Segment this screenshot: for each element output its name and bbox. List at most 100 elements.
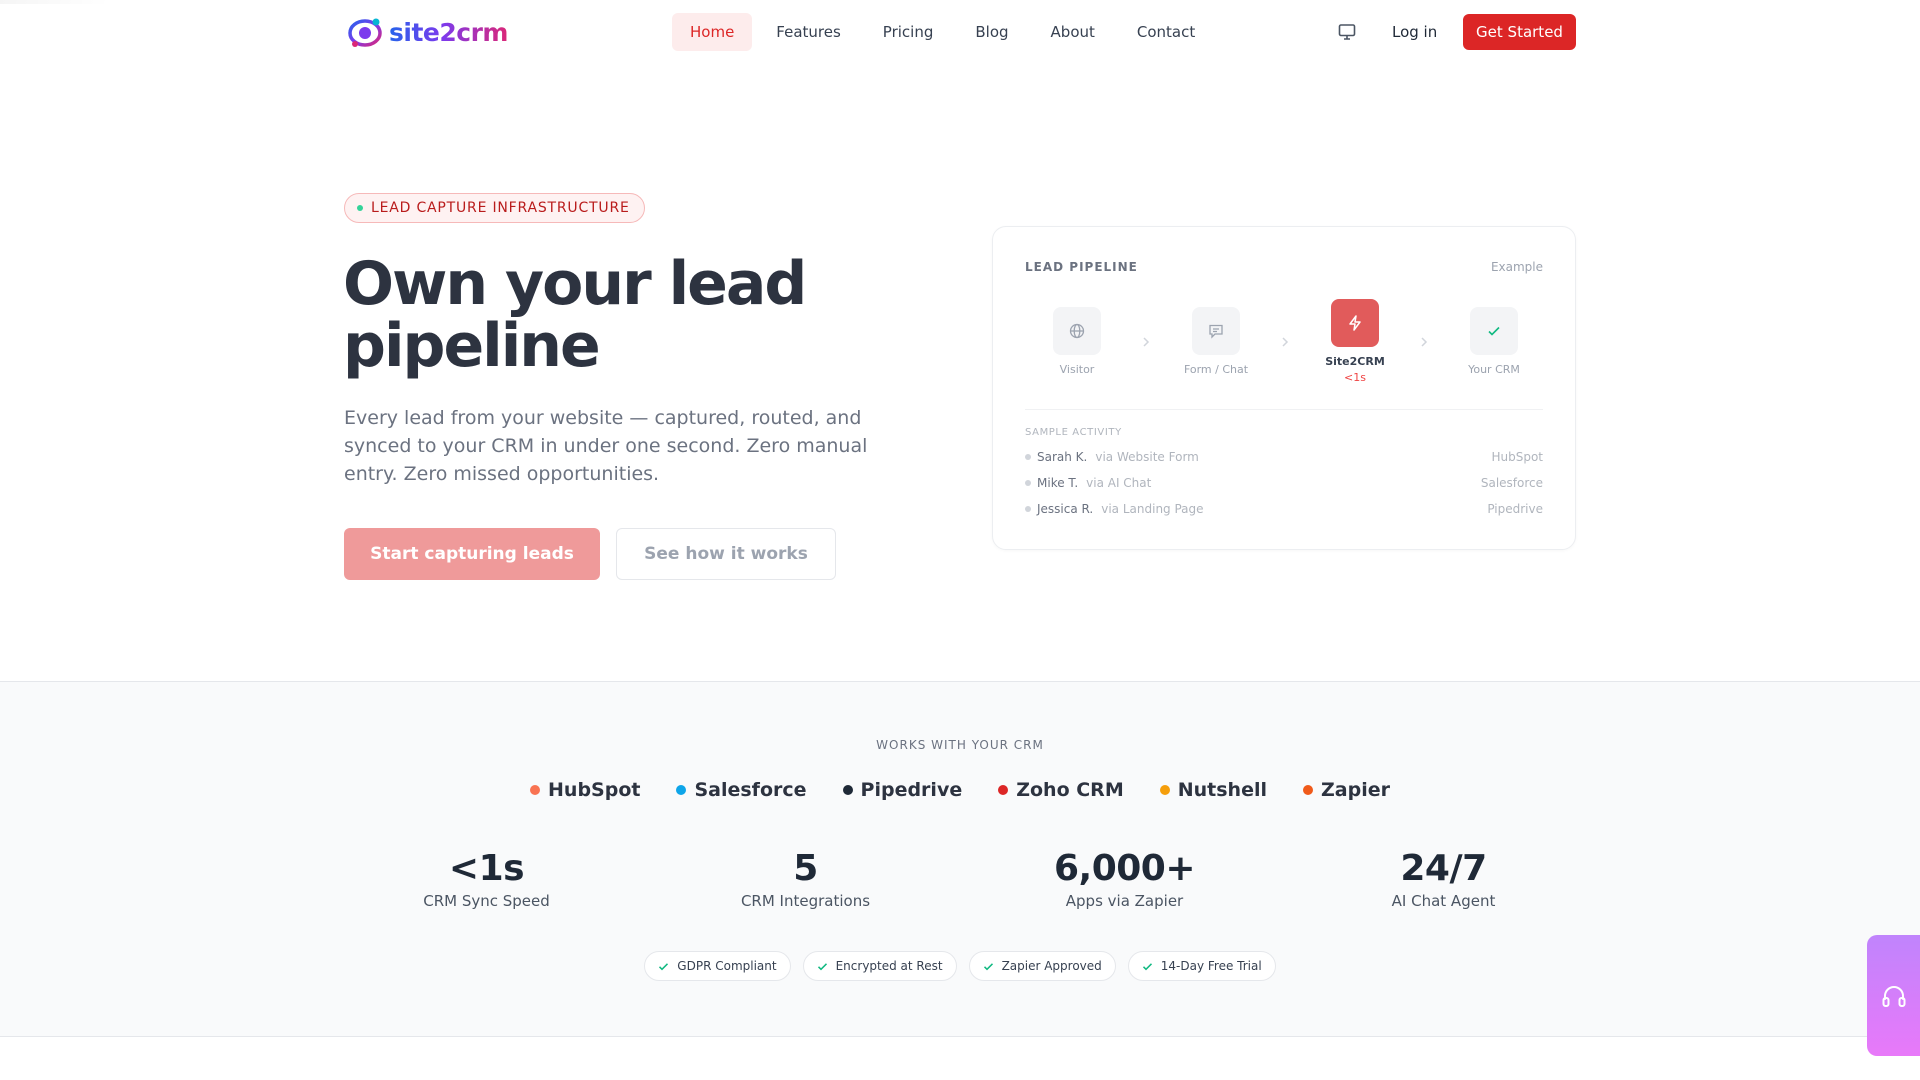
nav-blog[interactable]: Blog [957, 13, 1026, 51]
step-box [1192, 307, 1240, 355]
hero-badge-text: LEAD CAPTURE INFRASTRUCTURE [371, 200, 630, 216]
lead-pipeline-card: LEAD PIPELINE Example Visitor Form / Cha… [992, 226, 1576, 550]
nav-home[interactable]: Home [672, 13, 753, 51]
chevron-right-icon [1143, 337, 1150, 347]
support-widget-button[interactable] [1867, 935, 1920, 1056]
crm-name: Pipedrive [860, 779, 963, 801]
stat-sync-speed: <1s CRM Sync Speed [327, 848, 646, 910]
crm-pipedrive: Pipedrive [842, 779, 963, 801]
crm-salesforce: Salesforce [676, 779, 807, 801]
crm-name: HubSpot [548, 779, 641, 801]
badge-trial: 14-Day Free Trial [1127, 951, 1276, 981]
headset-icon [1882, 985, 1905, 1007]
globe-icon [1069, 323, 1085, 339]
trust-badges: GDPR Compliant Encrypted at Rest Zapier … [0, 951, 1920, 981]
brand-logo[interactable]: site2crm [347, 14, 508, 50]
step-label: Your CRM [1468, 363, 1520, 376]
hero-title: Own your lead pipeline [343, 249, 807, 381]
activity-dot [1025, 506, 1031, 512]
activity-source: via Landing Page [1101, 502, 1204, 516]
badge-label: GDPR Compliant [677, 959, 777, 973]
activity-crm: HubSpot [1491, 450, 1543, 464]
stat-label: AI Chat Agent [1391, 892, 1496, 910]
activity-row: Mike T. via AI Chat Salesforce [1025, 474, 1543, 492]
monitor-icon[interactable] [1337, 22, 1357, 42]
activity-name: Jessica R. [1037, 502, 1094, 516]
trust-section: WORKS WITH YOUR CRM HubSpot Salesforce P… [0, 681, 1920, 1037]
stat-value: 5 [793, 848, 818, 889]
logo-text: site2crm [389, 17, 508, 47]
badge-dot [357, 205, 363, 211]
crm-zapier: Zapier [1303, 779, 1390, 801]
pipeline-step-site2crm: Site2CRM <1s [1310, 299, 1400, 384]
nav-features[interactable]: Features [758, 13, 859, 51]
see-how-it-works-button[interactable]: See how it works [616, 528, 836, 580]
lightning-icon [1349, 315, 1361, 331]
logo-icon [348, 18, 382, 47]
crm-nutshell: Nutshell [1159, 779, 1267, 801]
badge-label: Encrypted at Rest [835, 959, 943, 973]
stat-value: 24/7 [1400, 848, 1487, 889]
stat-ai-chat: 24/7 AI Chat Agent [1284, 848, 1603, 910]
crm-dot [842, 785, 853, 795]
step-label: Site2CRM [1325, 355, 1385, 368]
crm-dot [676, 785, 687, 795]
top-navbar: site2crm Home Features Pricing Blog Abou… [0, 0, 1920, 64]
crm-hubspot: HubSpot [530, 779, 640, 801]
stat-zapier-apps: 6,000+ Apps via Zapier [965, 848, 1284, 910]
activity-name: Sarah K. [1037, 450, 1088, 464]
pipeline-step-visitor: Visitor [1032, 307, 1122, 376]
check-icon [983, 962, 993, 970]
login-link[interactable]: Log in [1376, 13, 1453, 51]
sample-activity-title: SAMPLE ACTIVITY [1025, 427, 1122, 438]
card-divider [1025, 409, 1543, 410]
activity-name: Mike T. [1037, 476, 1079, 490]
check-icon [817, 962, 827, 970]
crm-logos: HubSpot Salesforce Pipedrive Zoho CRM Nu… [0, 779, 1920, 801]
stat-label: CRM Integrations [740, 892, 871, 910]
activity-crm: Pipedrive [1487, 502, 1543, 516]
step-box [1470, 307, 1518, 355]
crm-name: Salesforce [694, 779, 807, 801]
stat-value: 6,000+ [1053, 848, 1196, 889]
badge-label: 14-Day Free Trial [1160, 959, 1262, 973]
hero-badge: LEAD CAPTURE INFRASTRUCTURE [344, 193, 645, 223]
crm-dot [530, 785, 541, 795]
badge-encrypted: Encrypted at Rest [802, 951, 957, 981]
check-icon [1142, 962, 1152, 970]
start-capturing-button[interactable]: Start capturing leads [344, 528, 600, 580]
crm-dot [1303, 785, 1313, 795]
step-time: <1s [1344, 371, 1366, 384]
crm-name: Zapier [1321, 779, 1390, 801]
step-label: Form / Chat [1183, 363, 1249, 376]
activity-dot [1025, 454, 1031, 460]
nav-contact[interactable]: Contact [1119, 13, 1213, 51]
activity-source: via AI Chat [1086, 476, 1152, 490]
stat-label: CRM Sync Speed [423, 892, 550, 910]
badge-gdpr: GDPR Compliant [644, 951, 791, 981]
activity-row: Jessica R. via Landing Page Pipedrive [1025, 500, 1543, 518]
stat-label: Apps via Zapier [1065, 892, 1184, 910]
chevron-right-icon [1282, 337, 1289, 347]
chat-icon [1209, 324, 1223, 339]
step-box [1053, 307, 1101, 355]
crm-name: Zoho CRM [1016, 779, 1124, 801]
step-box-highlight [1331, 299, 1379, 347]
crm-name: Nutshell [1177, 779, 1267, 801]
activity-dot [1025, 480, 1031, 486]
check-icon [659, 962, 669, 970]
works-with-heading: WORKS WITH YOUR CRM [876, 738, 1044, 752]
stat-integrations: 5 CRM Integrations [646, 848, 965, 910]
nav-about[interactable]: About [1033, 13, 1113, 51]
stats-row: <1s CRM Sync Speed 5 CRM Integrations 6,… [327, 848, 1603, 910]
chevron-right-icon [1421, 337, 1428, 347]
activity-crm: Salesforce [1480, 476, 1543, 490]
pipeline-card-title: LEAD PIPELINE [1025, 260, 1138, 274]
activity-row: Sarah K. via Website Form HubSpot [1025, 448, 1543, 466]
nav-pricing[interactable]: Pricing [865, 13, 952, 51]
get-started-button[interactable]: Get Started [1463, 14, 1576, 50]
badge-label: Zapier Approved [1001, 959, 1102, 973]
pipeline-step-form-chat: Form / Chat [1171, 307, 1261, 376]
activity-source: via Website Form [1095, 450, 1199, 464]
crm-dot [1159, 785, 1170, 795]
